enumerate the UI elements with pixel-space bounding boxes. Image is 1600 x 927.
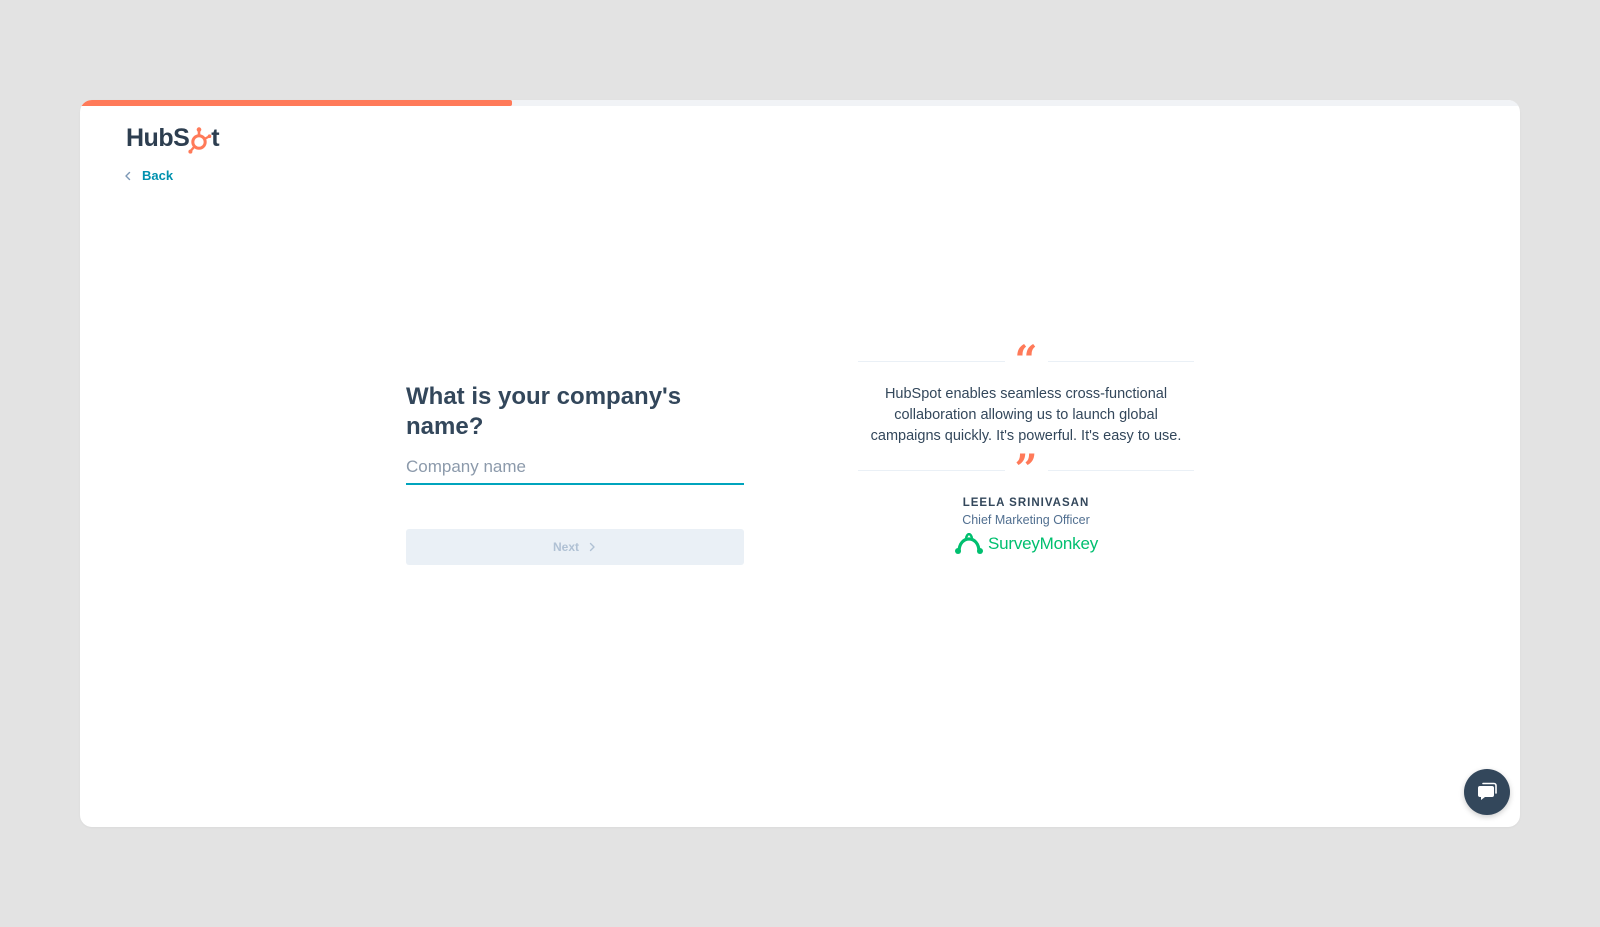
close-quote-row: ” [858, 446, 1195, 493]
sprocket-icon [188, 127, 212, 154]
chevron-left-icon [125, 171, 131, 180]
divider [1047, 469, 1195, 471]
logo-text-end: t [211, 123, 220, 152]
company-name-input[interactable] [406, 457, 744, 477]
back-label: Back [142, 168, 174, 183]
hubspot-logo-text: HubS t [126, 123, 220, 154]
author-title: Chief Marketing Officer [962, 513, 1090, 527]
company-name-field [406, 457, 744, 485]
surveymonkey-wordmark: SurveyMonkey [987, 534, 1099, 553]
chat-button[interactable] [1464, 769, 1510, 815]
progress-bar [80, 100, 1520, 106]
testimonial-quote: HubSpot enables seamless cross-functiona… [870, 386, 1182, 444]
progress-fill [80, 100, 512, 106]
next-label: Next [552, 540, 579, 554]
surveymonkey-logo-icon [954, 533, 983, 554]
logo-text-start: HubS [126, 123, 190, 152]
divider [858, 360, 1005, 362]
next-button[interactable]: Next [406, 529, 744, 565]
chevron-right-icon [589, 542, 595, 552]
surveymonkey-logo: SurveyMonkey [858, 533, 1194, 555]
chat-icon [1478, 782, 1497, 800]
author-name: LEELA SRINIVASAN [962, 497, 1090, 509]
divider [1047, 360, 1195, 362]
back-link[interactable]: Back [122, 168, 173, 183]
close-quote-icon: ” [1014, 446, 1038, 493]
open-quote-row: “ [858, 337, 1195, 384]
open-quote-icon: “ [1014, 337, 1038, 384]
testimonial: “ HubSpot enables seamless cross-functio… [858, 337, 1195, 555]
form-question: What is your company's name? [406, 383, 682, 440]
signup-window: HubS t Back What is your company's name?… [80, 100, 1520, 827]
divider [858, 469, 1005, 471]
hubspot-logo: HubS t [126, 120, 220, 156]
